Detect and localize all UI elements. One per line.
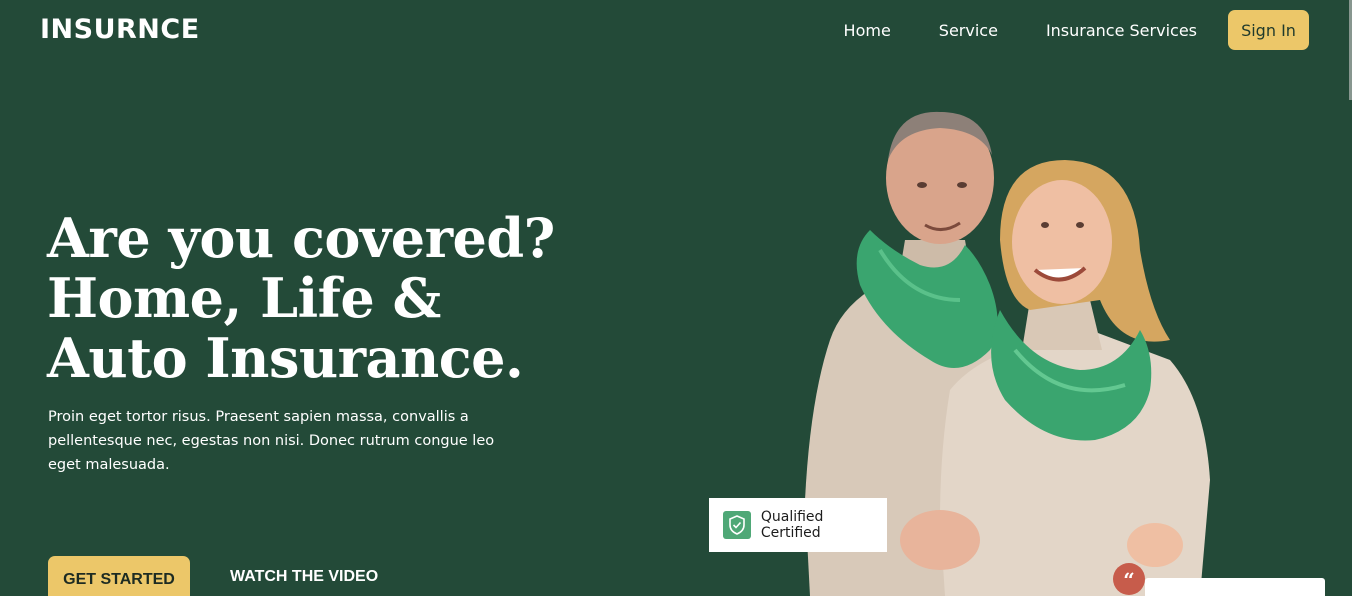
logo[interactable]: INSURNCE — [40, 14, 200, 45]
main-nav: Home Service Insurance Services Sign In — [844, 10, 1309, 50]
testimonial-card — [1145, 578, 1325, 596]
watch-video-link[interactable]: WATCH THE VIDEO — [230, 568, 378, 586]
nav-service-link[interactable]: Service — [939, 21, 998, 40]
shield-check-icon — [723, 511, 751, 539]
hero-title-line-3: Auto Insurance. — [47, 326, 524, 390]
hero-description: Proin eget tortor risus. Praesent sapien… — [48, 409, 495, 473]
hero-title-line-2: Home, Life & — [47, 266, 441, 330]
get-started-button[interactable]: GET STARTED — [48, 556, 190, 596]
hero-title-line-1: Are you covered? — [47, 206, 555, 270]
qualified-certified-badge: Qualified Certified — [709, 498, 887, 552]
nav-home-link[interactable]: Home — [844, 21, 891, 40]
nav-insurance-services-link[interactable]: Insurance Services — [1046, 21, 1197, 40]
sign-in-button[interactable]: Sign In — [1228, 10, 1309, 50]
badge-label: Qualified Certified — [760, 509, 824, 541]
quote-icon: “ — [1113, 563, 1145, 595]
hero-title: Are you covered? Home, Life & Auto Insur… — [47, 208, 607, 388]
